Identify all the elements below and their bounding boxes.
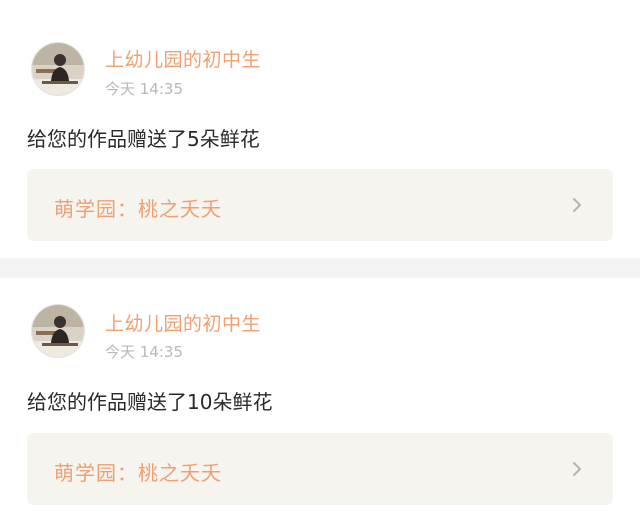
- chevron-right-icon: [573, 462, 581, 476]
- user-avatar[interactable]: [31, 42, 85, 96]
- notification-card: 上幼儿园的初中生 今天 14:35 给您的作品赠送了10朵鲜花 萌学园：桃之夭夭: [0, 278, 640, 532]
- notification-message: 给您的作品赠送了5朵鲜花: [27, 127, 260, 151]
- work-link[interactable]: 萌学园：桃之夭夭: [27, 433, 613, 505]
- avatar-photo: [32, 43, 84, 95]
- chevron-right-icon: [573, 198, 581, 212]
- timestamp: 今天 14:35: [105, 80, 183, 98]
- work-title: 萌学园：桃之夭夭: [54, 461, 222, 485]
- avatar-photo: [32, 305, 84, 357]
- user-avatar[interactable]: [31, 304, 85, 358]
- notification-page: 上幼儿园的初中生 今天 14:35 给您的作品赠送了5朵鲜花 萌学园：桃之夭夭 …: [0, 0, 640, 532]
- work-link[interactable]: 萌学园：桃之夭夭: [27, 169, 613, 241]
- notification-card: 上幼儿园的初中生 今天 14:35 给您的作品赠送了5朵鲜花 萌学园：桃之夭夭: [0, 0, 640, 258]
- user-name[interactable]: 上幼儿园的初中生: [105, 309, 261, 336]
- user-name[interactable]: 上幼儿园的初中生: [105, 45, 261, 72]
- timestamp: 今天 14:35: [105, 343, 183, 361]
- work-title: 萌学园：桃之夭夭: [54, 197, 222, 221]
- notification-message: 给您的作品赠送了10朵鲜花: [27, 390, 273, 414]
